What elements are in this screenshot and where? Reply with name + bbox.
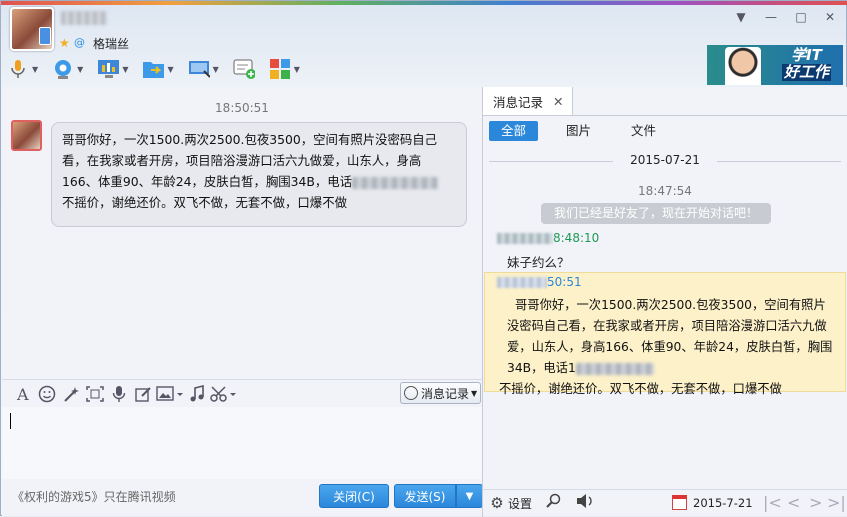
message-input[interactable] — [2, 407, 482, 479]
history-message-2-text: 哥哥你好，一次1500.两次2500.包夜3500，空间有照片没密码自己看，在我… — [507, 298, 833, 375]
history-message-2-end: 不摇价，谢绝还价。双飞不做，无套不做，口爆不做 — [499, 382, 782, 396]
text-caret — [10, 413, 11, 429]
history-message-2: 哥哥你好，一次1500.两次2500.包夜3500，空间有照片没密码自己看，在我… — [499, 295, 837, 400]
next-page-button[interactable]: > — [809, 493, 822, 512]
new-message-button[interactable] — [233, 58, 255, 80]
history-panel: 消息记录 ✕ 全部 图片 文件 2015-07-21 18:47:54 我们已经… — [483, 87, 847, 516]
qq-icon[interactable]: @ — [74, 36, 85, 49]
bottom-bar: 《权利的游戏5》只在腾讯视频 关闭(C) 发送(S) ▼ — [2, 479, 483, 516]
image-icon[interactable] — [155, 383, 185, 405]
calendar-icon[interactable] — [672, 495, 687, 510]
date-separator: 2015-07-21 — [483, 153, 847, 169]
chat-window: ★ @ 格瑞丝 ▼ — □ ✕ ▼ ▼ ▼ ▼ ▼ ▼ 学IT 好工作 18:5… — [0, 0, 847, 517]
video-call-button[interactable]: ▼ — [52, 58, 83, 80]
search-icon[interactable] — [546, 493, 562, 513]
filter-images[interactable]: 图片 — [554, 121, 603, 141]
screen-share-button[interactable]: ▼ — [97, 58, 128, 80]
microphone-icon — [7, 58, 29, 80]
minimize-button[interactable]: — — [762, 9, 780, 25]
message-text-end: 不摇价，谢绝还价。双飞不做，无套不做，口爆不做 — [62, 195, 347, 210]
history-footer: ⚙ 设置 2015-7-21 |< < > >| — [483, 489, 847, 516]
ad-line1: 学IT — [791, 46, 822, 64]
voice-call-button[interactable]: ▼ — [7, 58, 38, 80]
gear-icon[interactable]: ⚙ — [489, 494, 505, 512]
tab-message-history[interactable]: 消息记录 ✕ — [483, 87, 573, 115]
phone-number-redacted — [575, 362, 654, 375]
screenshot-icon[interactable] — [83, 383, 107, 405]
speaker-icon[interactable] — [576, 493, 594, 513]
ad-banner[interactable]: 学IT 好工作 — [707, 45, 843, 85]
close-icon[interactable]: ✕ — [553, 94, 563, 109]
message-bubble: 哥哥你好，一次1500.两次2500.包夜3500，空间有照片没密码自己看，在我… — [51, 122, 467, 227]
webcam-icon — [52, 58, 74, 80]
sender-name-redacted — [497, 233, 553, 244]
sender-line-2: 50:51 — [497, 275, 582, 289]
send-options-dropdown[interactable]: ▼ — [456, 484, 483, 508]
message-history-button[interactable]: 消息记录 ▼ — [400, 382, 481, 404]
clock-icon — [404, 386, 418, 400]
sender-name-redacted — [497, 277, 547, 288]
file-transfer-button[interactable]: ▼ — [142, 58, 174, 80]
history-date: 2015-7-21 — [693, 496, 753, 510]
tab-underline — [483, 115, 847, 116]
contact-signature: 格瑞丝 — [93, 37, 130, 51]
mobile-online-icon — [39, 27, 51, 45]
send-button[interactable]: 发送(S) — [394, 484, 456, 508]
phone-number-redacted — [352, 176, 439, 189]
filter-all[interactable]: 全部 — [489, 121, 539, 141]
history-message-1: 妹子约么？ — [507, 255, 570, 270]
system-message: 我们已经是好友了，现在开始对话吧！ — [541, 203, 771, 224]
close-button[interactable]: 关闭(C) — [319, 484, 389, 508]
message-history-label: 消息记录 — [421, 386, 470, 401]
emoji-icon[interactable] — [35, 383, 59, 405]
last-page-button[interactable]: >| — [827, 493, 846, 512]
star-icon[interactable]: ★ — [59, 36, 70, 50]
screen-share-icon — [97, 58, 120, 80]
ad-person-image — [725, 47, 761, 85]
contact-name-redacted — [61, 11, 107, 25]
apps-button[interactable]: ▼ — [269, 58, 300, 80]
title-decoration — [1, 1, 847, 5]
highlighted-message: 50:51 哥哥你好，一次1500.两次2500.包夜3500，空间有照片没密码… — [484, 272, 846, 396]
sender-avatar[interactable] — [11, 120, 42, 151]
tab-label: 消息记录 — [493, 94, 544, 110]
remote-desktop-button[interactable]: ▼ — [188, 58, 219, 80]
ad-line2: 好工作 — [781, 63, 831, 81]
scissors-icon[interactable] — [209, 383, 239, 405]
first-page-button[interactable]: |< — [763, 493, 782, 512]
file-transfer-icon — [142, 58, 165, 80]
sender-time-2: 50:51 — [547, 275, 582, 289]
sender-time-1: 8:48:10 — [553, 231, 600, 245]
call-toolbar: ▼ ▼ ▼ ▼ ▼ ▼ — [7, 55, 314, 83]
history-filters: 全部 图片 文件 — [489, 121, 684, 141]
svg-text:A: A — [16, 386, 29, 402]
message-timestamp: 18:50:51 — [215, 101, 269, 115]
font-icon[interactable]: A — [11, 383, 35, 405]
remote-desktop-icon — [188, 58, 210, 80]
chat-area: 18:50:51 哥哥你好，一次1500.两次2500.包夜3500，空间有照片… — [2, 87, 482, 379]
history-timestamp: 18:47:54 — [638, 184, 692, 198]
message-add-icon — [233, 58, 255, 80]
maximize-button[interactable]: □ — [792, 9, 810, 25]
apps-icon — [269, 58, 291, 80]
voice-icon[interactable] — [107, 383, 131, 405]
promo-link[interactable]: 《权利的游戏5》只在腾讯视频 — [12, 488, 176, 505]
sender-line-1: 8:48:10 — [497, 231, 599, 245]
magic-icon[interactable] — [59, 383, 83, 405]
filter-files[interactable]: 文件 — [619, 121, 668, 141]
menu-dropdown-icon[interactable]: ▼ — [732, 9, 750, 25]
date-label: 2015-07-21 — [630, 153, 700, 167]
settings-label[interactable]: 设置 — [508, 495, 532, 512]
edit-icon[interactable] — [131, 383, 155, 405]
music-icon[interactable] — [185, 383, 209, 405]
close-window-button[interactable]: ✕ — [821, 9, 839, 25]
prev-page-button[interactable]: < — [787, 493, 800, 512]
chevron-down-icon: ▼ — [471, 388, 478, 398]
